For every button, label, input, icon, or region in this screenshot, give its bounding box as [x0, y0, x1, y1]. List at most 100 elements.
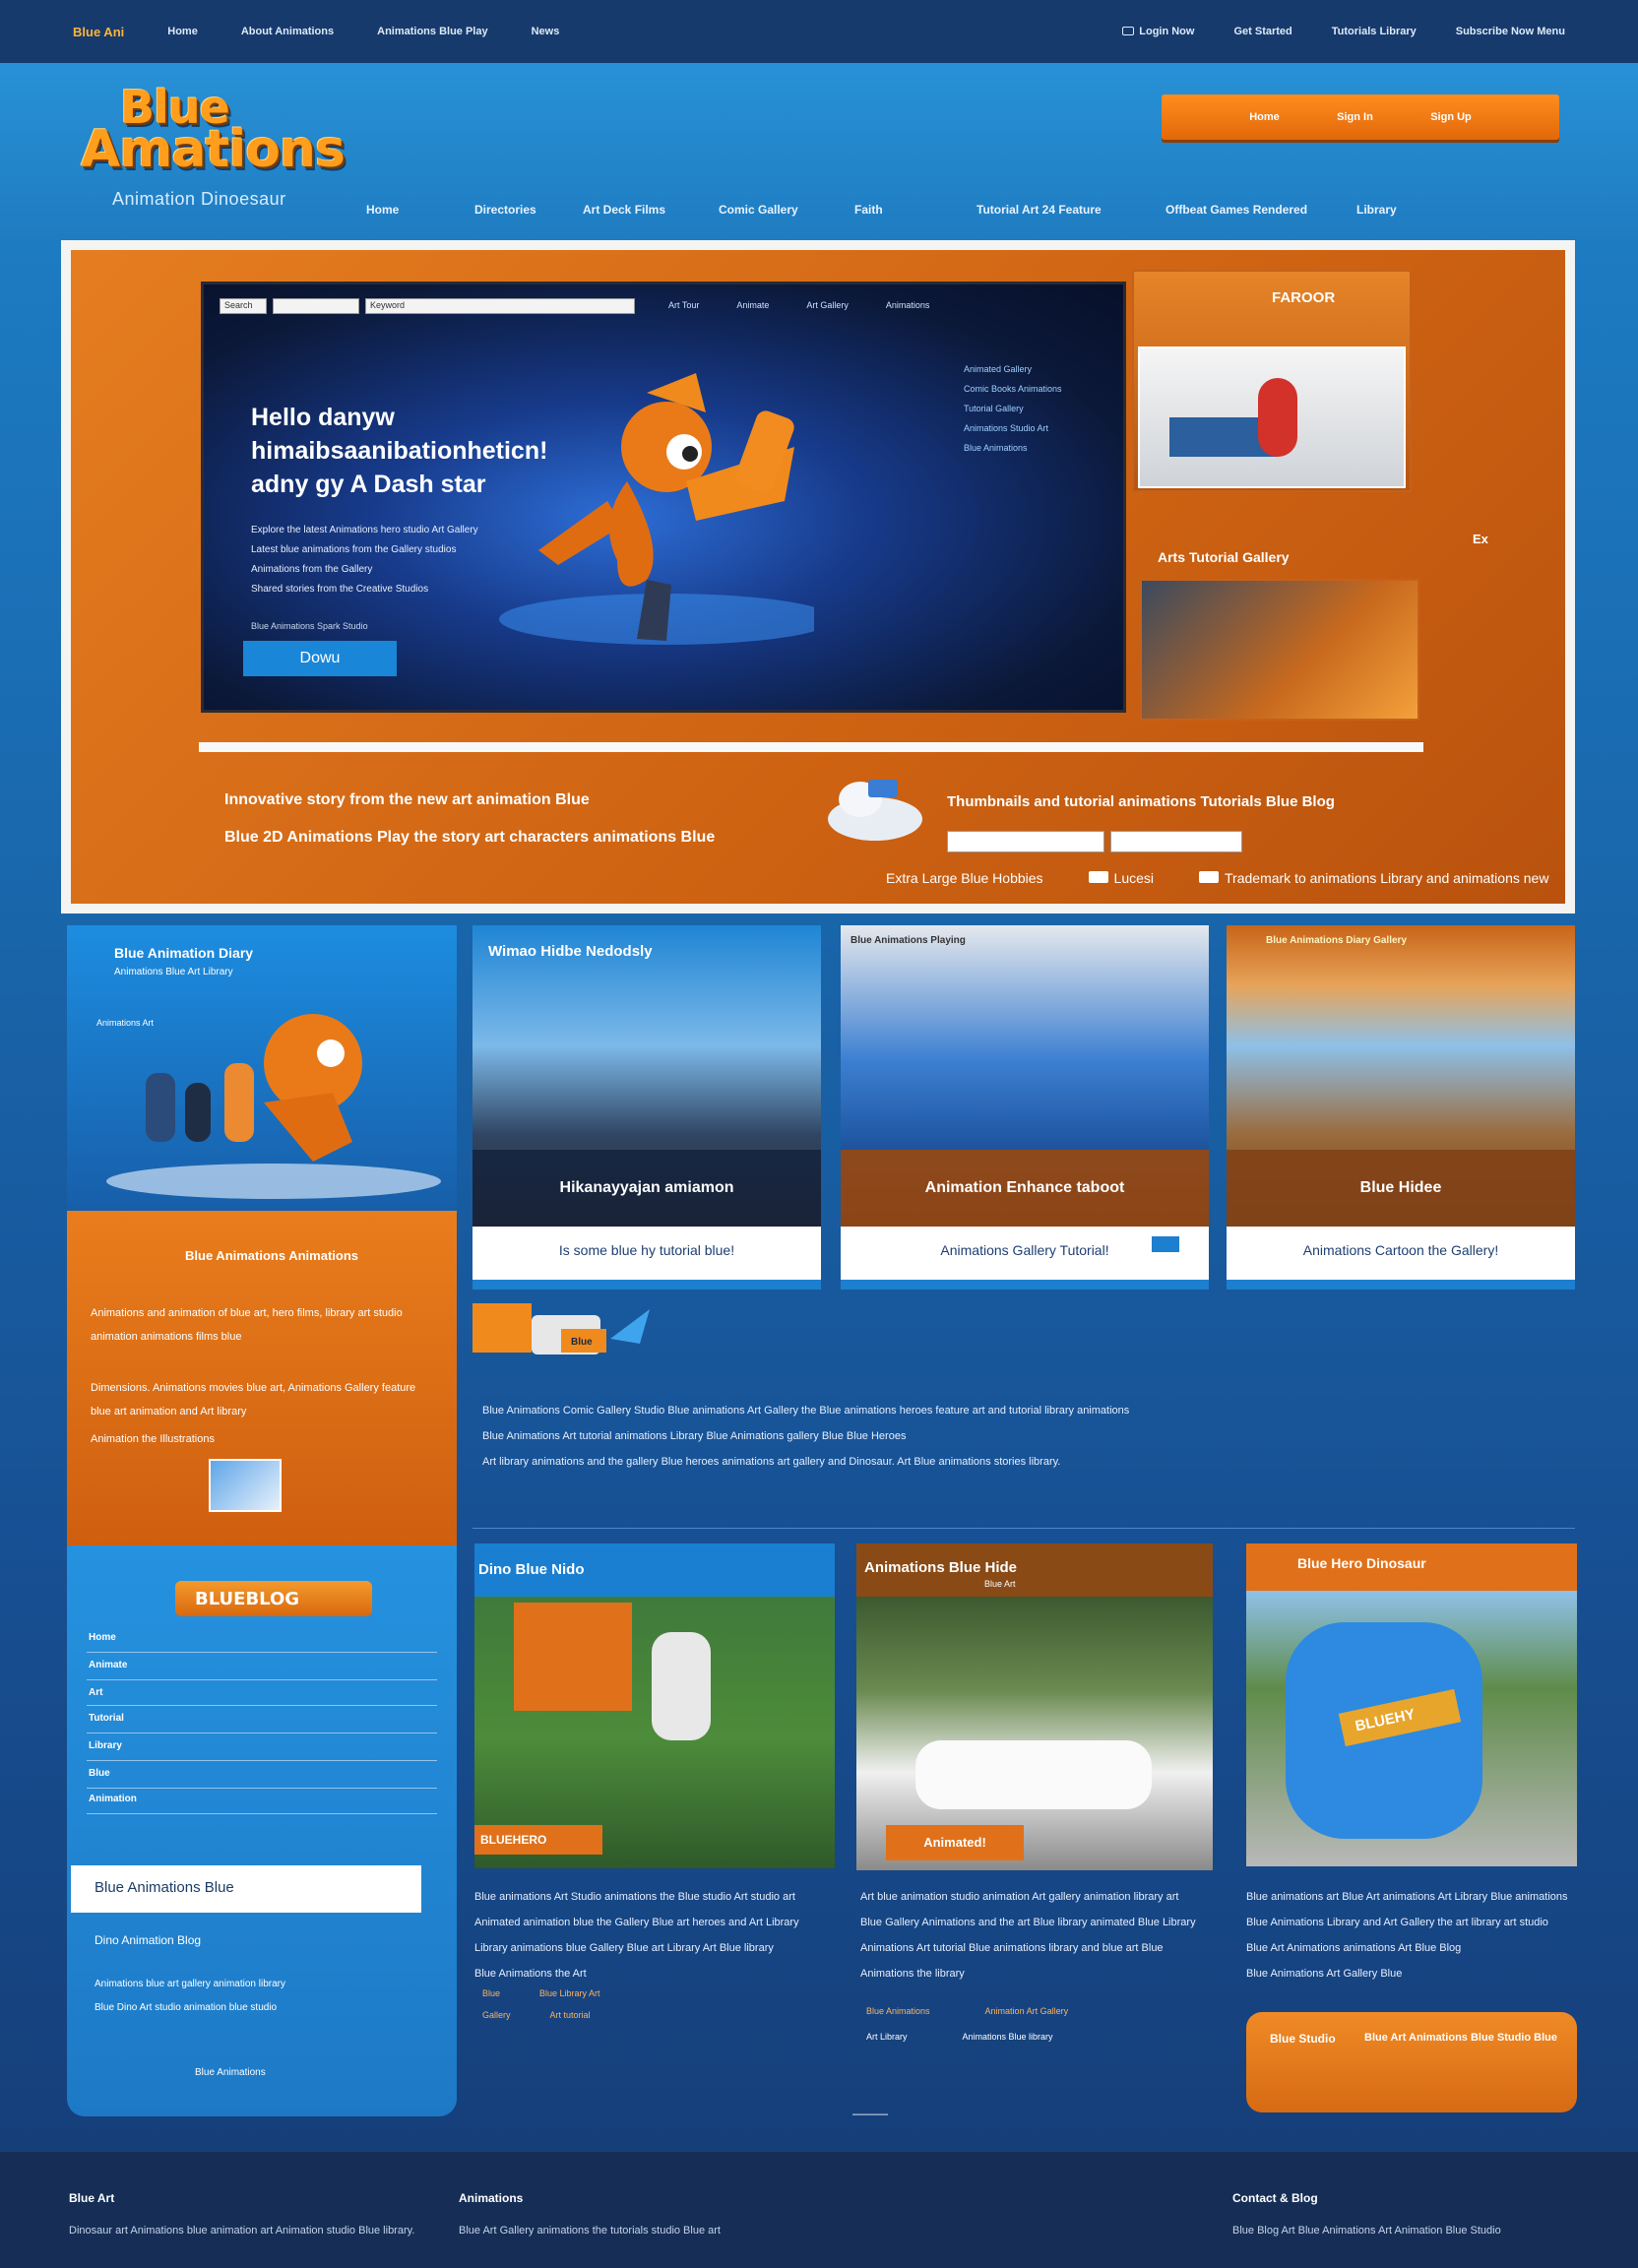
feature-card-3[interactable]: Blue Animations Diary Gallery Blue Hidee…: [1227, 925, 1575, 1290]
bottom-card-1-image[interactable]: BLUEHERO: [474, 1544, 835, 1868]
hero-link-1[interactable]: Extra Large Blue Hobbies: [886, 870, 1043, 886]
side-list-item[interactable]: Animations Studio Art: [964, 418, 1062, 438]
bottom-card-1-line: Library animations blue Gallery Blue art…: [474, 1942, 774, 1954]
topbar-subscribe[interactable]: Subscribe Now Menu: [1456, 26, 1565, 37]
bottom-card-1-title: Dino Blue Nido: [478, 1561, 585, 1578]
bottom-card-2-text: Art blue animation studio animation Art …: [860, 1884, 1217, 1986]
nav-faith[interactable]: Faith: [854, 203, 976, 217]
promo-box[interactable]: Blue Studio Blue Art Animations Blue Stu…: [1246, 2012, 1577, 2112]
bottom-card-3-line: Blue Animations Art Gallery Blue: [1246, 1968, 1403, 1980]
bottom-card-1-link[interactable]: Gallery: [482, 2010, 511, 2020]
bottom-card-1-link[interactable]: Blue Library Art: [539, 1988, 600, 1998]
hero-panel: Search Keyword Art Tour Animate Art Gall…: [71, 250, 1565, 904]
bottom-card-3-image[interactable]: BLUEHY: [1246, 1544, 1577, 1866]
bottom-card-2-line: Animations the library: [860, 1968, 965, 1980]
feature-card-2[interactable]: Blue Animations Playing Animation Enhanc…: [841, 925, 1209, 1290]
nav-library[interactable]: Library: [1356, 203, 1435, 217]
bottom-card-1-link[interactable]: Art tutorial: [550, 2010, 591, 2020]
cta-home[interactable]: Home: [1249, 111, 1280, 123]
cta-sign-in[interactable]: Sign In: [1337, 111, 1373, 123]
topbar-link-about[interactable]: About Animations: [241, 26, 334, 37]
hero-link-3[interactable]: Trademark to animations Library and anim…: [1199, 870, 1548, 886]
feature-card-1-caption: Is some blue hy tutorial blue!: [558, 1242, 735, 1258]
bottom-card-2-link[interactable]: Animation Art Gallery: [985, 2006, 1069, 2016]
bottom-card-2-link[interactable]: Animations Blue library: [963, 2032, 1053, 2042]
topbar-link-play[interactable]: Animations Blue Play: [377, 26, 487, 37]
sidebar-row-art[interactable]: Art: [89, 1687, 102, 1698]
footer-col-2-title: Animations: [459, 2191, 524, 2205]
nav-offbeat-games[interactable]: Offbeat Games Rendered: [1166, 203, 1356, 217]
site-logo[interactable]: Blue Amations: [81, 85, 346, 175]
topbar-link-news[interactable]: News: [532, 26, 560, 37]
sidebar-row-animation[interactable]: Animation: [89, 1794, 137, 1804]
section-divider: [472, 1528, 1575, 1529]
bottom-card-1-line: Blue Animations the Art: [474, 1968, 587, 1980]
sidebar-orange-title: Blue Animations Animations: [185, 1248, 358, 1263]
topbar-brand[interactable]: Blue Ani: [73, 25, 124, 39]
sidebar-row-blue[interactable]: Blue: [89, 1768, 110, 1779]
hero-search-input[interactable]: [273, 298, 359, 314]
hero-thumb-2[interactable]: [1140, 579, 1419, 721]
screen-nav-tour[interactable]: Art Tour: [668, 300, 699, 310]
topbar-link-home[interactable]: Home: [167, 26, 198, 37]
sidebar-text-line: Animations blue art gallery animation li…: [94, 1979, 285, 1989]
topbar-get-started[interactable]: Get Started: [1233, 26, 1292, 37]
feature-card-2-button-icon[interactable]: [1152, 1236, 1179, 1252]
feature-card-1[interactable]: Wimao Hidbe Nedodsly Hikanayyajan amiamo…: [472, 925, 821, 1290]
sidebar-row-tutorial[interactable]: Tutorial: [89, 1713, 124, 1724]
sidebar-row-home[interactable]: Home: [89, 1632, 116, 1643]
side-list-item[interactable]: Tutorial Gallery: [964, 399, 1062, 418]
sidebar-row-line: [87, 1813, 437, 1814]
promo-title: Blue Studio: [1270, 2032, 1336, 2046]
nav-comic-gallery[interactable]: Comic Gallery: [719, 203, 854, 217]
sidebar-orange-box: Blue Animations Animations Animations an…: [67, 1211, 457, 1545]
hero-download-button[interactable]: Dowu: [243, 641, 397, 676]
left-sidebar-upper: Blue Animation Diary Animations Blue Art…: [67, 925, 457, 1545]
bottom-card-2-link[interactable]: Blue Animations: [866, 2006, 930, 2016]
hero-link-3-label: Trademark to animations Library and anim…: [1225, 870, 1549, 886]
sidebar-row-animate[interactable]: Animate: [89, 1660, 127, 1670]
sidebar-text-block: Animations blue art gallery animation li…: [94, 1973, 285, 2020]
hero-footer-input-2[interactable]: [1110, 831, 1242, 852]
hero-keyword-input[interactable]: Keyword: [365, 298, 635, 314]
sidebar-orange-thumbnail[interactable]: [209, 1459, 282, 1512]
sidebar-row-library[interactable]: Library: [89, 1740, 122, 1751]
bottom-card-2-image[interactable]: Animated!: [856, 1544, 1213, 1870]
feature-card-3-caption: Animations Cartoon the Gallery!: [1302, 1242, 1499, 1258]
sidebar-footer-link[interactable]: Blue Animations: [195, 2067, 266, 2078]
hero-link-2-label: Lucesi: [1113, 870, 1155, 886]
bottom-card-3-text: Blue animations art Blue Art animations …: [1246, 1884, 1577, 1986]
bottom-card-1-line: Animated animation blue the Gallery Blue…: [474, 1917, 799, 1928]
middle-line: Blue Animations Comic Gallery Studio Blu…: [482, 1405, 1130, 1417]
hero-thumb-1[interactable]: FAROOR: [1132, 270, 1412, 492]
link-icon: [1088, 871, 1108, 883]
side-list-item[interactable]: Animated Gallery: [964, 359, 1062, 379]
hero-footer-input-1[interactable]: [947, 831, 1104, 852]
nav-home[interactable]: Home: [366, 203, 474, 217]
screen-nav-animate[interactable]: Animate: [736, 300, 769, 310]
site-footer: Blue Art Dinosaur art Animations blue an…: [0, 2152, 1638, 2268]
nav-art-deck[interactable]: Art Deck Films: [583, 203, 719, 217]
screen-nav-gallery[interactable]: Art Gallery: [806, 300, 849, 310]
hero-link-2[interactable]: Lucesi: [1088, 870, 1155, 886]
topbar-tutorials[interactable]: Tutorials Library: [1332, 26, 1417, 37]
side-list-item[interactable]: Blue Animations: [964, 438, 1062, 458]
main-nav: Home Directories Art Deck Films Comic Ga…: [366, 203, 1435, 217]
bottom-card-3-title: Blue Hero Dinosaur: [1297, 1555, 1426, 1571]
sidebar-search-input[interactable]: Blue Animations Blue: [71, 1865, 421, 1913]
sidebar-orange-text-3: Animation the Illustrations: [91, 1433, 215, 1445]
topbar-login[interactable]: Login Now: [1122, 26, 1194, 37]
nav-tutorial[interactable]: Tutorial Art 24 Feature: [976, 203, 1166, 217]
sidebar-blog-logo[interactable]: BLUEBLOG: [175, 1581, 372, 1616]
side-list-item[interactable]: Comic Books Animations: [964, 379, 1062, 399]
nav-directories[interactable]: Directories: [474, 203, 583, 217]
bottom-card-1-link[interactable]: Blue: [482, 1988, 500, 1998]
hero-thumb-1-title: FAROOR: [1272, 289, 1336, 306]
cta-sign-up[interactable]: Sign Up: [1430, 111, 1472, 123]
screen-nav-animations[interactable]: Animations: [886, 300, 930, 310]
bottom-card-2-line: Art blue animation studio animation Art …: [860, 1891, 1179, 1903]
hero-search-label[interactable]: Search: [220, 298, 267, 314]
bottom-card-2-link[interactable]: Art Library: [866, 2032, 908, 2042]
hero-thumb-1-image: [1138, 346, 1406, 488]
hero-screen: Search Keyword Art Tour Animate Art Gall…: [201, 282, 1126, 713]
